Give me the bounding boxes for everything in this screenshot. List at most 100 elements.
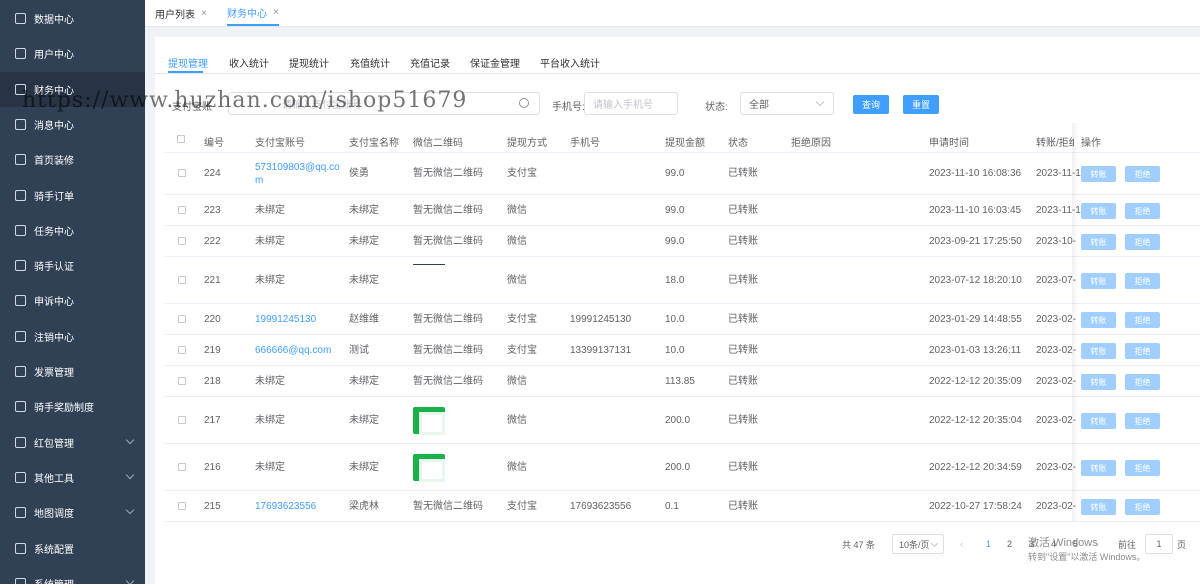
row-amount: 113.85	[665, 376, 695, 387]
reject-button[interactable]: 拒绝	[1125, 273, 1160, 289]
reject-button[interactable]: 拒绝	[1125, 343, 1160, 359]
reject-button[interactable]: 拒绝	[1125, 460, 1160, 476]
sub-tab[interactable]: 充值记录	[410, 55, 450, 71]
transfer-button[interactable]: 转账	[1081, 460, 1116, 476]
sidebar-item[interactable]: 任务中心	[0, 213, 145, 248]
wechat-qr-image[interactable]	[413, 264, 445, 265]
transfer-button[interactable]: 转账	[1081, 499, 1116, 515]
close-icon[interactable]: ×	[201, 8, 207, 19]
page-number-1[interactable]: 1	[986, 534, 991, 554]
reject-button[interactable]: 拒绝	[1125, 234, 1160, 250]
row-checkbox[interactable]	[178, 416, 186, 424]
phone-input[interactable]: 请输入手机号	[584, 92, 678, 115]
row-alipay-account: 未绑定	[255, 376, 285, 387]
header-status: 状态	[728, 138, 748, 149]
next-page-button[interactable]: ›	[1096, 534, 1099, 554]
sub-tab[interactable]: 提现统计	[289, 55, 329, 71]
transfer-button[interactable]: 转账	[1081, 273, 1116, 289]
row-alipay-account: 未绑定	[255, 415, 285, 426]
sub-tab[interactable]: 平台收入统计	[540, 55, 600, 71]
row-phone: 19991245130	[570, 314, 632, 325]
sidebar-item[interactable]: 财务中心	[0, 71, 145, 107]
sub-tab[interactable]: 保证金管理	[470, 55, 520, 71]
toolbox-icon	[15, 471, 26, 483]
alipay-account-input[interactable]: 请输入支付宝账号	[228, 92, 540, 115]
row-checkbox[interactable]	[178, 463, 186, 471]
transfer-button[interactable]: 转账	[1081, 234, 1116, 250]
sidebar-item[interactable]: 用户中心	[0, 36, 145, 71]
row-wechat-qr: 暂无微信二维码	[413, 205, 483, 216]
tab-finance-center[interactable]: 财务中心 ×	[227, 0, 279, 26]
sidebar-item-label: 其他工具	[34, 473, 74, 485]
transfer-button[interactable]: 转账	[1081, 413, 1116, 429]
sidebar-item[interactable]: 注销中心	[0, 319, 145, 354]
sidebar-item[interactable]: 首页装修	[0, 142, 145, 177]
row-checkbox[interactable]	[178, 206, 186, 214]
transfer-button[interactable]: 转账	[1081, 343, 1116, 359]
reject-button[interactable]: 拒绝	[1125, 166, 1160, 182]
transfer-button[interactable]: 转账	[1081, 374, 1116, 390]
row-status: 已转账	[728, 462, 758, 473]
sidebar-item[interactable]: 消息中心	[0, 107, 145, 142]
sidebar-item[interactable]: 系统管理	[0, 566, 145, 584]
row-alipay-name: 梁虎林	[349, 501, 379, 512]
sidebar-item[interactable]: 数据中心	[0, 1, 145, 36]
row-alipay-account[interactable]: 17693623556	[255, 500, 316, 513]
sidebar-item[interactable]: 其他工具	[0, 460, 145, 495]
row-checkbox[interactable]	[178, 276, 186, 284]
user-icon	[15, 295, 26, 307]
page-size-select[interactable]: 10条/页	[892, 534, 944, 554]
row-checkbox[interactable]	[178, 346, 186, 354]
wechat-qr-image[interactable]	[413, 454, 445, 482]
tab-user-list[interactable]: 用户列表 ×	[155, 0, 207, 26]
reject-button[interactable]: 拒绝	[1125, 499, 1160, 515]
search-button[interactable]: 查询	[853, 95, 889, 114]
list-icon	[15, 542, 26, 554]
sidebar-item-label: 用户中心	[34, 50, 74, 62]
sidebar-item[interactable]: 发票管理	[0, 354, 145, 389]
transfer-button[interactable]: 转账	[1081, 312, 1116, 328]
row-withdraw-method: 微信	[507, 275, 527, 286]
wechat-qr-image[interactable]	[413, 407, 445, 435]
transfer-button[interactable]: 转账	[1081, 166, 1116, 182]
row-alipay-account[interactable]: 666666@qq.com	[255, 344, 331, 357]
sidebar-item[interactable]: 红包管理	[0, 425, 145, 460]
row-checkbox[interactable]	[178, 237, 186, 245]
sub-tab[interactable]: 充值统计	[350, 55, 390, 71]
row-alipay-account[interactable]: 19991245130	[255, 313, 316, 326]
sub-tab[interactable]: 收入统计	[229, 55, 269, 71]
status-select[interactable]: 全部	[740, 92, 834, 115]
reject-button[interactable]: 拒绝	[1125, 203, 1160, 219]
row-checkbox[interactable]	[178, 315, 186, 323]
reject-button[interactable]: 拒绝	[1125, 374, 1160, 390]
alipay-account-label: 支付宝账	[172, 102, 212, 113]
sidebar-item-label: 骑手订单	[34, 191, 74, 203]
transfer-button[interactable]: 转账	[1081, 203, 1116, 219]
sub-tabs-divider	[155, 73, 1200, 74]
row-id: 215	[204, 501, 221, 512]
page-number-5[interactable]: 5	[1073, 534, 1078, 554]
sidebar-item[interactable]: 骑手认证	[0, 248, 145, 283]
page-number-2[interactable]: 2	[1007, 534, 1012, 554]
goto-page-input[interactable]: 1	[1145, 534, 1173, 554]
row-checkbox[interactable]	[178, 169, 186, 177]
sidebar-item[interactable]: 骑手奖励制度	[0, 389, 145, 424]
reject-button[interactable]: 拒绝	[1125, 312, 1160, 328]
reject-button[interactable]: 拒绝	[1125, 413, 1160, 429]
prev-page-button[interactable]: ‹	[960, 534, 963, 554]
sub-tab[interactable]: 提现管理	[168, 55, 208, 71]
row-checkbox[interactable]	[178, 502, 186, 510]
close-icon[interactable]: ×	[273, 7, 279, 18]
sidebar-item[interactable]: 申诉中心	[0, 283, 145, 318]
row-status: 已转账	[728, 415, 758, 426]
reset-button[interactable]: 重置	[903, 95, 939, 114]
sidebar-item[interactable]: 系统配置	[0, 531, 145, 566]
row-alipay-account[interactable]: 573109803@qq.co m	[255, 161, 340, 187]
select-all-checkbox[interactable]	[177, 135, 185, 143]
sidebar-item[interactable]: 骑手订单	[0, 178, 145, 213]
page-number-4[interactable]: 4	[1051, 534, 1056, 554]
page-number-3[interactable]: 3	[1029, 534, 1034, 554]
row-checkbox[interactable]	[178, 377, 186, 385]
table-row: 224 侯勇 支付宝 99.0 已转账 2023-11-10 16:08:36 2023-1…	[165, 153, 1200, 195]
sidebar-item[interactable]: 地图调度	[0, 495, 145, 530]
